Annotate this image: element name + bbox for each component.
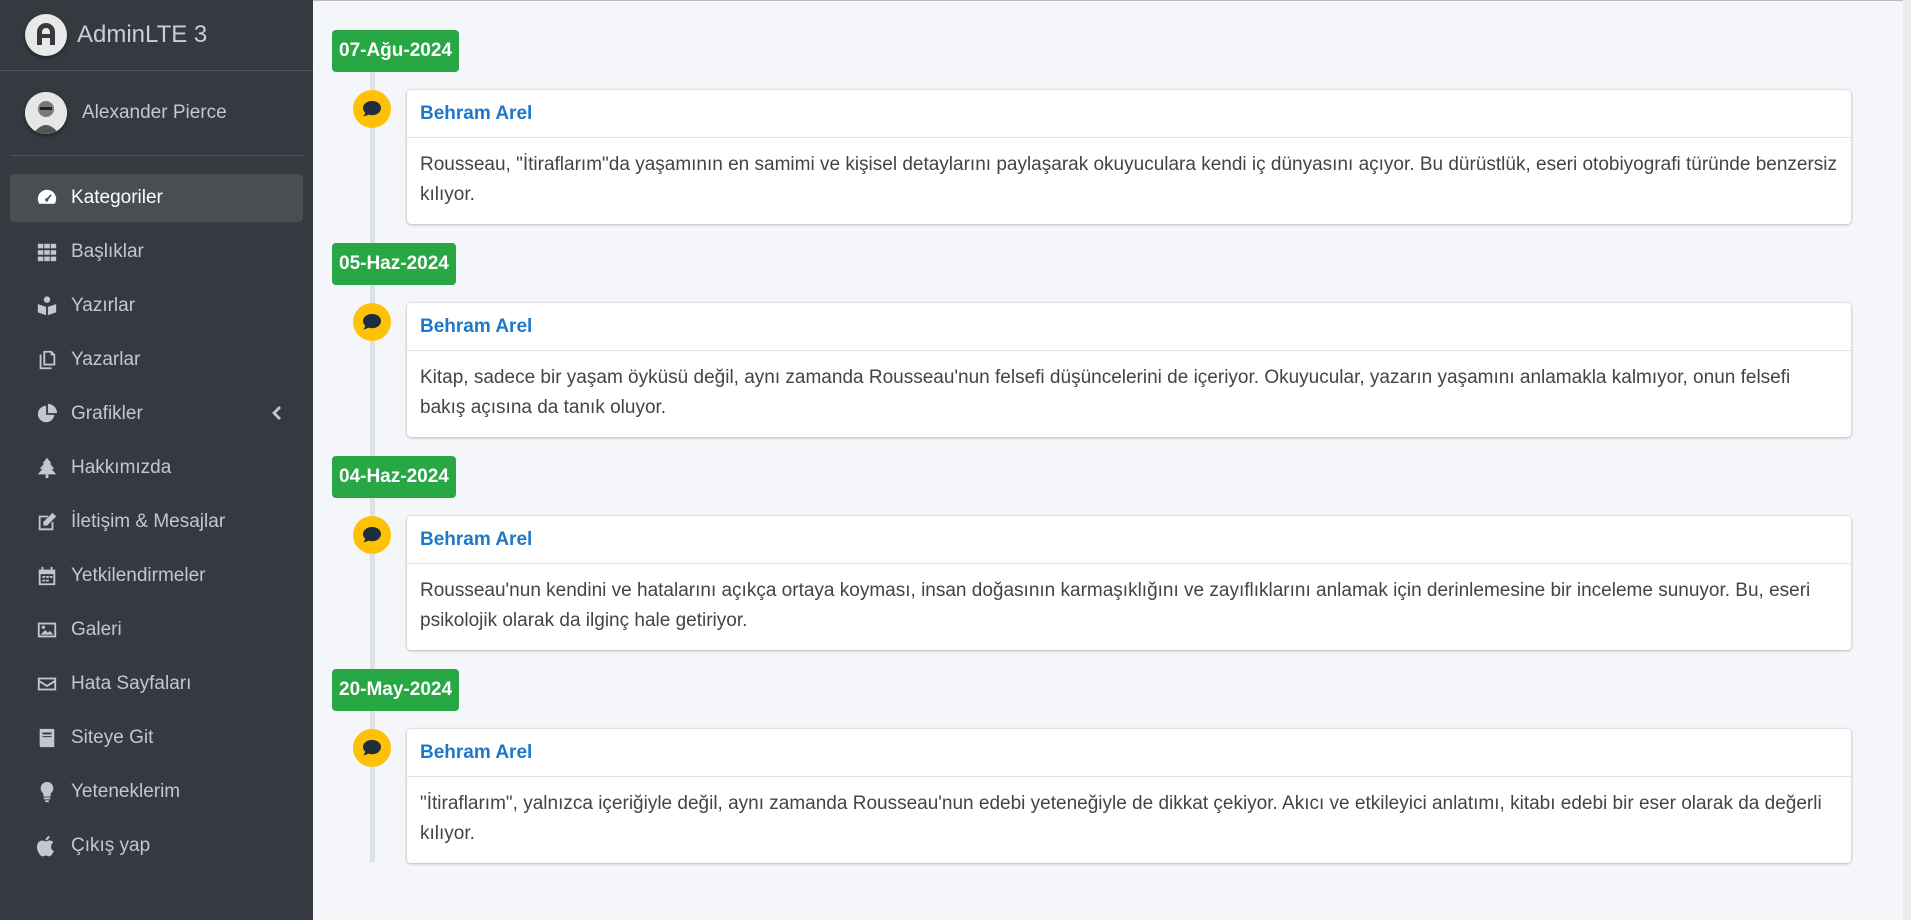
timeline-item: Behram Arel Kitap, sadece bir yaşam öykü… [407, 303, 1851, 437]
timeline-item: Behram Arel "İtiraflarım", yalnızca içer… [407, 729, 1851, 863]
sidebar-nav: Kategoriler Başlıklar Yazırlar Yazarlar … [0, 156, 313, 870]
user-name[interactable]: Alexander Pierce [82, 102, 227, 124]
user-panel[interactable]: Alexander Pierce [10, 71, 303, 156]
sidebar-item-yetkilendirmeler[interactable]: Yetkilendirmeler [10, 552, 303, 600]
time-label: 20-May-2024 [332, 669, 460, 711]
comment-icon [353, 516, 391, 554]
timeline-body: Rousseau'nun kendini ve hatalarını açıkç… [420, 580, 1811, 631]
scrollbar[interactable] [1903, 0, 1911, 920]
time-label: 04-Haz-2024 [332, 456, 456, 498]
sidebar-item-label: Yazarlar [71, 349, 141, 370]
sidebar-item-yeteneklerim[interactable]: Yeteneklerim [10, 768, 303, 816]
sidebar-item-label: İletişim & Mesajlar [71, 511, 226, 532]
timeline-author[interactable]: Behram Arel [407, 303, 1851, 351]
sidebar-item-cikis-yap[interactable]: Çıkış yap [10, 822, 303, 870]
comment-icon [353, 90, 391, 128]
timeline-item: Behram Arel Rousseau'nun kendini ve hata… [407, 516, 1851, 650]
sidebar-item-label: Çıkış yap [71, 835, 151, 856]
timeline-author[interactable]: Behram Arel [407, 90, 1851, 138]
sidebar-item-label: Yeteneklerim [71, 781, 181, 802]
sidebar-item-label: Galeri [71, 619, 122, 640]
comment-icon [353, 303, 391, 341]
sidebar-item-iletisim[interactable]: İletişim & Mesajlar [10, 498, 303, 546]
grid-icon [35, 240, 59, 264]
sidebar-item-siteye-git[interactable]: Siteye Git [10, 714, 303, 762]
sidebar-item-hakkimizda[interactable]: Hakkımızda [10, 444, 303, 492]
sidebar-item-label: Grafikler [71, 403, 143, 424]
timeline-author[interactable]: Behram Arel [407, 516, 1851, 564]
calendar-icon [35, 564, 59, 588]
tree-icon [35, 456, 59, 480]
top-border [313, 0, 1911, 1]
image-icon [35, 618, 59, 642]
timeline-item: Behram Arel Rousseau, "İtiraflarım"da ya… [407, 90, 1851, 224]
timeline-body: Rousseau, "İtiraflarım"da yaşamının en s… [420, 154, 1838, 205]
sidebar-item-galeri[interactable]: Galeri [10, 606, 303, 654]
timeline-author[interactable]: Behram Arel [407, 729, 1851, 777]
book-reader-icon [35, 294, 59, 318]
pie-chart-icon [35, 402, 59, 426]
sidebar-item-yazarlar[interactable]: Yazarlar [10, 336, 303, 384]
sidebar-item-label: Hata Sayfaları [71, 673, 192, 694]
sidebar-item-hata-sayfalari[interactable]: Hata Sayfaları [10, 660, 303, 708]
edit-icon [35, 510, 59, 534]
sidebar-item-label: Kategoriler [71, 187, 163, 208]
sidebar-item-label: Hakkımızda [71, 457, 172, 478]
avatar [25, 92, 67, 134]
content-wrapper: 07-Ağu-2024 Behram Arel Rousseau, "İtira… [313, 0, 1911, 920]
time-label: 05-Haz-2024 [332, 243, 456, 285]
sidebar: AdminLTE 3 Alexander Pierce Kategoriler … [0, 0, 313, 920]
copy-icon [35, 348, 59, 372]
brand-logo [25, 14, 67, 56]
time-label: 07-Ağu-2024 [332, 30, 459, 72]
sidebar-item-kategoriler[interactable]: Kategoriler [10, 174, 303, 222]
sidebar-item-label: Yazırlar [71, 295, 136, 316]
book-icon [35, 726, 59, 750]
sidebar-item-label: Başlıklar [71, 241, 144, 262]
brand-link[interactable]: AdminLTE 3 [0, 0, 313, 71]
tachometer-icon [35, 186, 59, 210]
comment-icon [353, 729, 391, 767]
sidebar-item-yazirlar[interactable]: Yazırlar [10, 282, 303, 330]
envelope-icon [35, 672, 59, 696]
timeline-body: "İtiraflarım", yalnızca içeriğiyle değil… [420, 793, 1822, 844]
apple-icon [35, 834, 59, 858]
sidebar-item-label: Yetkilendirmeler [71, 565, 206, 586]
timeline-body: Kitap, sadece bir yaşam öyküsü değil, ay… [420, 367, 1791, 418]
brand-text: AdminLTE 3 [77, 21, 208, 48]
chevron-left-icon[interactable] [269, 405, 283, 427]
sidebar-item-label: Siteye Git [71, 727, 154, 748]
lightbulb-icon [35, 780, 59, 804]
sidebar-item-basliklar[interactable]: Başlıklar [10, 228, 303, 276]
sidebar-item-grafikler[interactable]: Grafikler [10, 390, 303, 438]
